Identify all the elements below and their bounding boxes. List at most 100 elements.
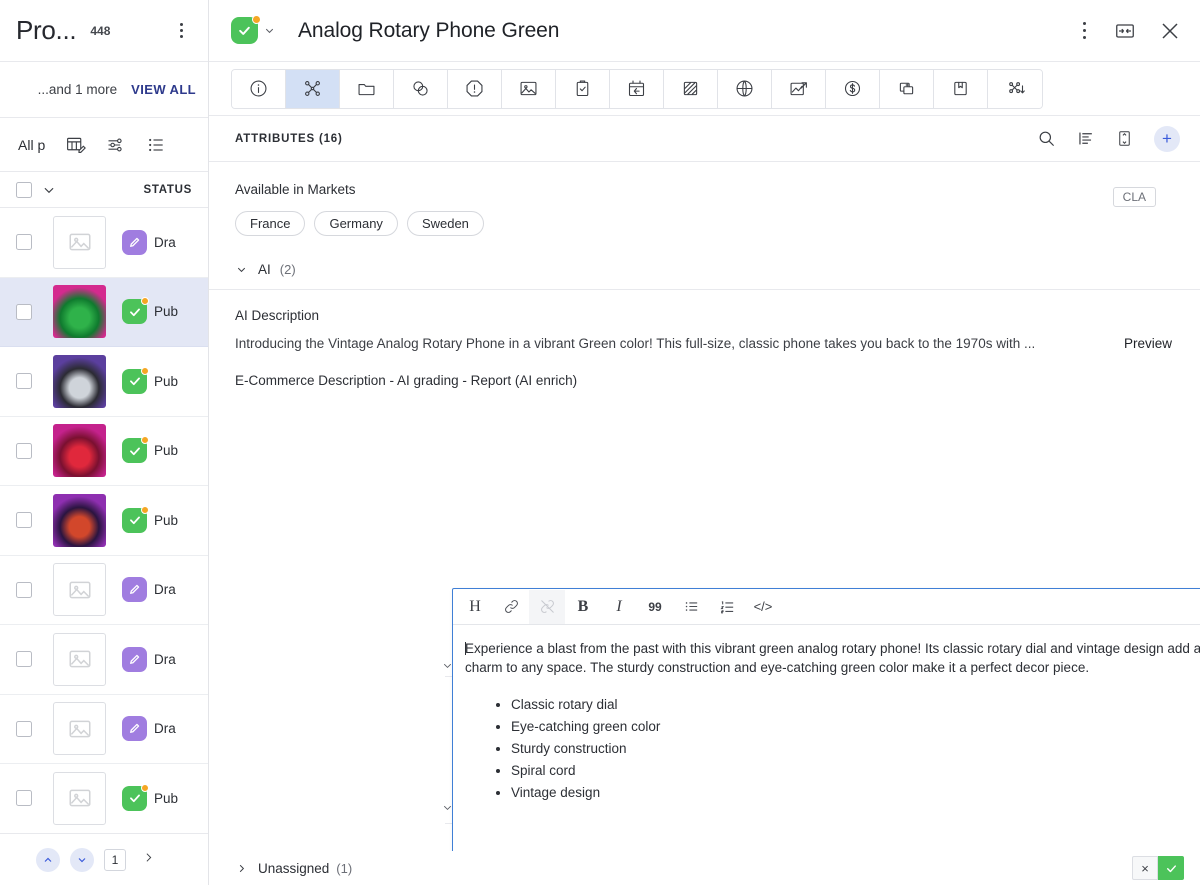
bold-button[interactable]: B (565, 590, 601, 624)
info-circle-icon (248, 78, 269, 99)
sidebar-header: Pro... 448 (0, 0, 208, 62)
filter-settings-icon[interactable] (106, 135, 126, 155)
image-placeholder-icon (53, 633, 106, 686)
table-row[interactable]: Pub (0, 278, 208, 348)
collapse-panel-icon[interactable] (1114, 20, 1136, 42)
attributes-label: ATTRIBUTES (16) (235, 133, 343, 145)
warning-octagon-icon (464, 78, 485, 99)
alerts-tab[interactable] (448, 70, 502, 108)
product-count: 448 (90, 24, 110, 38)
code-button[interactable]: </> (745, 590, 781, 624)
page-up-icon[interactable] (36, 848, 60, 872)
published-badge-icon (122, 299, 147, 324)
variants-tab[interactable] (394, 70, 448, 108)
status-chevron-down-icon[interactable] (263, 24, 276, 37)
page-number[interactable]: 1 (104, 849, 126, 871)
row-checkbox[interactable] (16, 790, 32, 806)
attributes-bar: ATTRIBUTES (16) + (209, 116, 1200, 162)
global-tab[interactable] (718, 70, 772, 108)
status-label: Pub (154, 304, 178, 319)
table-row[interactable]: Pub (0, 764, 208, 833)
pricing-tab[interactable] (826, 70, 880, 108)
table-row[interactable]: Dra (0, 208, 208, 278)
row-checkbox[interactable] (16, 651, 32, 667)
table-row[interactable]: Pub (0, 486, 208, 556)
numbered-list-button[interactable] (709, 590, 745, 624)
heading-button[interactable]: H (457, 590, 493, 624)
quote-button[interactable]: 99 (637, 590, 673, 624)
unassigned-section-chevron-right-icon[interactable] (233, 862, 249, 875)
status-label: Pub (154, 443, 178, 458)
texture-tab[interactable] (664, 70, 718, 108)
editor-content[interactable]: Experience a blast from the past with th… (453, 625, 1200, 851)
market-chip[interactable]: Germany (314, 211, 397, 236)
select-all-checkbox[interactable] (16, 182, 32, 198)
table-edit-icon[interactable] (65, 134, 86, 155)
detail-tabbar (209, 62, 1200, 116)
market-chip[interactable]: Sweden (407, 211, 484, 236)
folder-tab[interactable] (340, 70, 394, 108)
app-root: Pro... 448 ...and 1 more VIEW ALL All p (0, 0, 1200, 885)
row-checkbox[interactable] (16, 373, 32, 389)
editor-toolbar: H BI99 </> (453, 589, 1200, 625)
node-graph-icon (302, 78, 323, 99)
bullet-list-button[interactable] (673, 590, 709, 624)
table-row[interactable]: Pub (0, 417, 208, 487)
performance-tab[interactable] (772, 70, 826, 108)
product-thumbnail (53, 355, 106, 408)
ai-description-preview-link[interactable]: Preview (1124, 336, 1172, 351)
ai-section-chevron-down-icon[interactable] (233, 263, 249, 276)
view-all-link[interactable]: VIEW ALL (131, 82, 196, 97)
page-down-icon[interactable] (70, 848, 94, 872)
rich-text-editor[interactable]: H BI99 </> Experience a blast from the pas… (452, 588, 1200, 851)
published-badge-icon (122, 438, 147, 463)
row-checkbox[interactable] (16, 512, 32, 528)
next-page-icon[interactable] (136, 851, 161, 869)
table-row[interactable]: Dra (0, 625, 208, 695)
table-row[interactable]: Pub (0, 347, 208, 417)
bottom-bar: Unassigned (1) × (209, 851, 1200, 885)
tasks-tab[interactable] (556, 70, 610, 108)
unlink-button (529, 590, 565, 624)
italic-button[interactable]: I (601, 590, 637, 624)
status-label: Pub (154, 513, 178, 528)
status-label: Dra (154, 721, 176, 736)
calendar-arrow-left-icon (626, 78, 647, 99)
cancel-button[interactable]: × (1132, 856, 1158, 880)
assets-tab[interactable] (502, 70, 556, 108)
market-chip[interactable]: France (235, 211, 305, 236)
search-icon[interactable] (1037, 129, 1056, 148)
catalog-tab[interactable] (934, 70, 988, 108)
chevron-down-icon[interactable] (42, 183, 56, 197)
ai-section-header[interactable]: AI (2) (209, 254, 1200, 290)
status-cell: Pub (122, 508, 178, 533)
row-checkbox[interactable] (16, 234, 32, 250)
compact-view-icon[interactable] (1115, 129, 1134, 148)
row-checkbox[interactable] (16, 304, 32, 320)
link-button[interactable] (493, 590, 529, 624)
calendar-in-tab[interactable] (610, 70, 664, 108)
detail-kebab-menu-icon[interactable] (1077, 18, 1093, 44)
editor-bullet-item: Classic rotary dial (511, 694, 1200, 716)
table-row[interactable]: Dra (0, 695, 208, 765)
published-badge-icon (122, 369, 147, 394)
row-checkbox[interactable] (16, 582, 32, 598)
table-row[interactable]: Dra (0, 556, 208, 626)
status-cell: Dra (122, 716, 176, 741)
list-view-icon[interactable] (1076, 129, 1095, 148)
status-label: Dra (154, 652, 176, 667)
confirm-button[interactable] (1158, 856, 1184, 880)
row-checkbox[interactable] (16, 443, 32, 459)
list-view-icon[interactable] (146, 135, 166, 155)
add-attribute-button[interactable]: + (1154, 126, 1180, 152)
close-icon[interactable] (1158, 19, 1182, 43)
info-tab[interactable] (232, 70, 286, 108)
published-badge-icon (122, 786, 147, 811)
relations-tab[interactable] (286, 70, 340, 108)
dollar-circle-icon (842, 78, 863, 99)
sort-graph-tab[interactable] (988, 70, 1042, 108)
row-checkbox[interactable] (16, 721, 32, 737)
node-sort-down-icon (1005, 78, 1026, 99)
sidebar-kebab-menu-icon[interactable] (170, 18, 192, 44)
copy-tab[interactable] (880, 70, 934, 108)
